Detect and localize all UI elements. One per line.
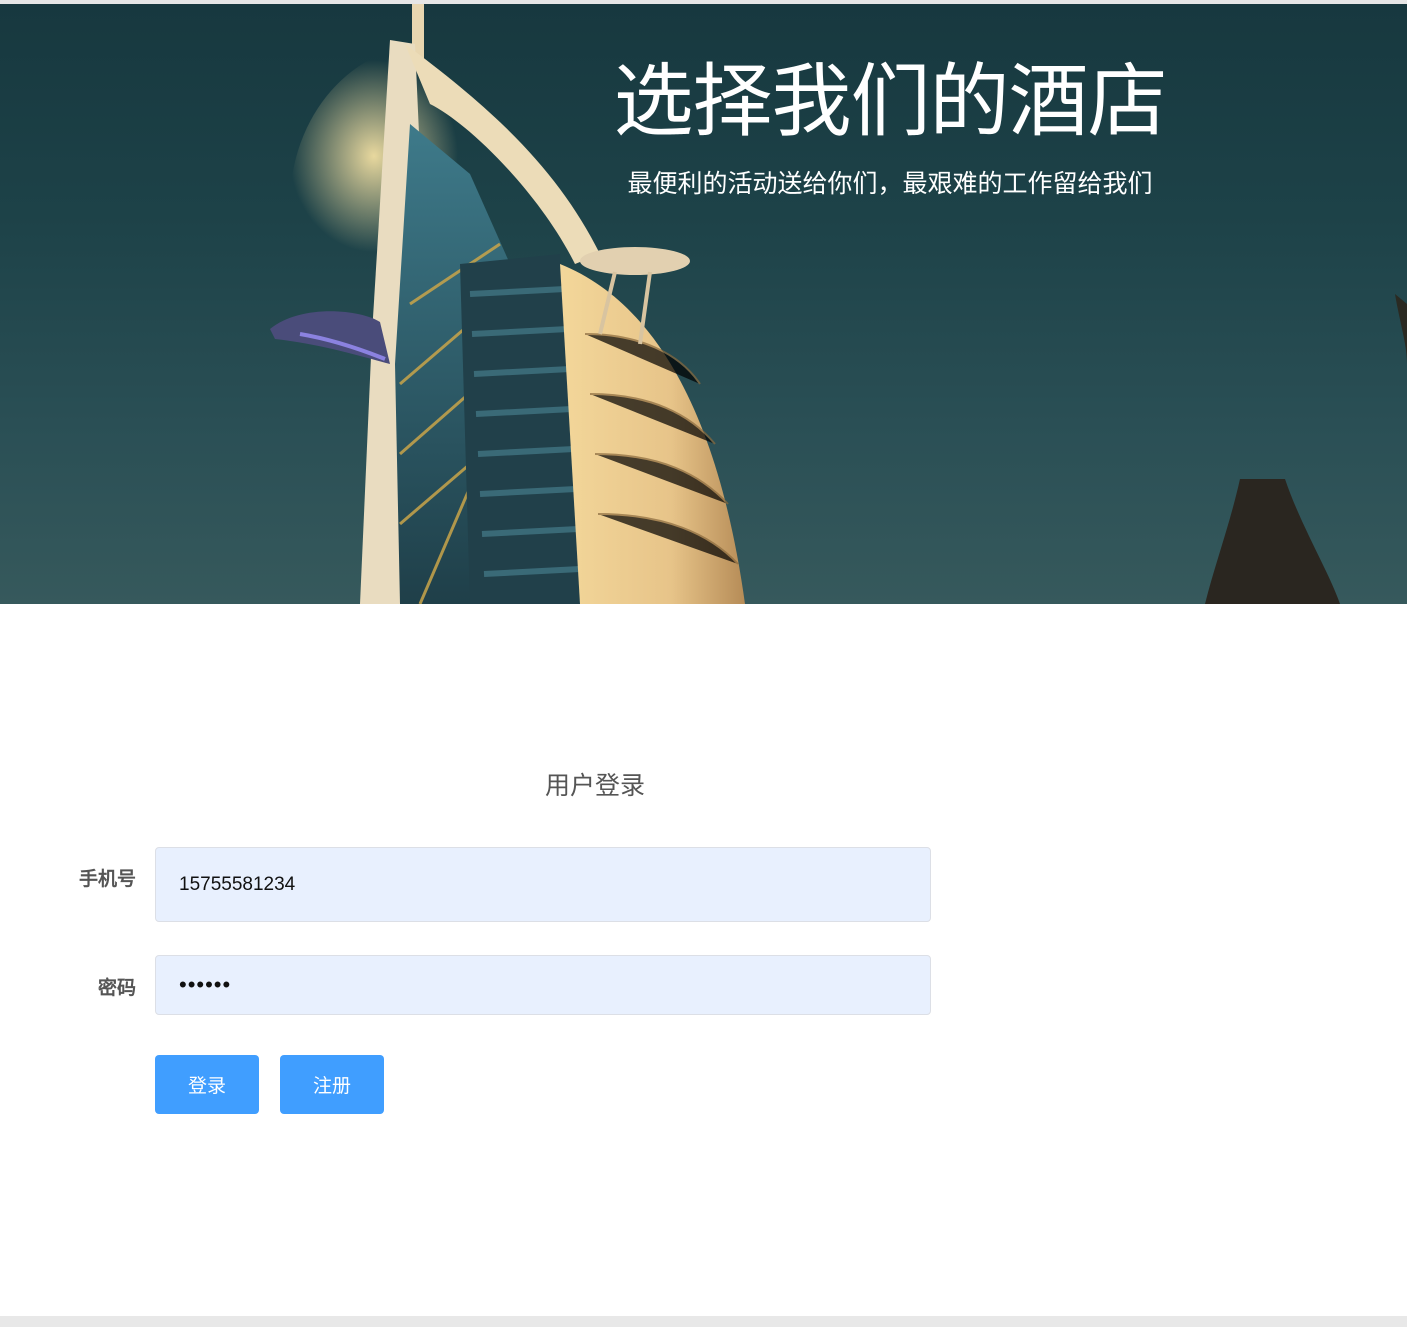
hero-title: 选择我们的酒店 (613, 55, 1168, 148)
login-title: 用户登录 (544, 771, 645, 800)
hero-banner: 选择我们的酒店 最便利的活动送给你们，最艰难的工作留给我们 (0, 4, 1407, 604)
password-input[interactable] (155, 955, 931, 1015)
bottom-bar (0, 1316, 1407, 1327)
password-label: 密码 (97, 977, 136, 999)
phone-label: 手机号 (78, 868, 136, 890)
login-button[interactable]: 登录 (155, 1055, 259, 1114)
hero-subtitle: 最便利的活动送给你们，最艰难的工作留给我们 (627, 169, 1153, 198)
phone-input[interactable] (155, 847, 931, 922)
register-button[interactable]: 注册 (280, 1055, 384, 1114)
